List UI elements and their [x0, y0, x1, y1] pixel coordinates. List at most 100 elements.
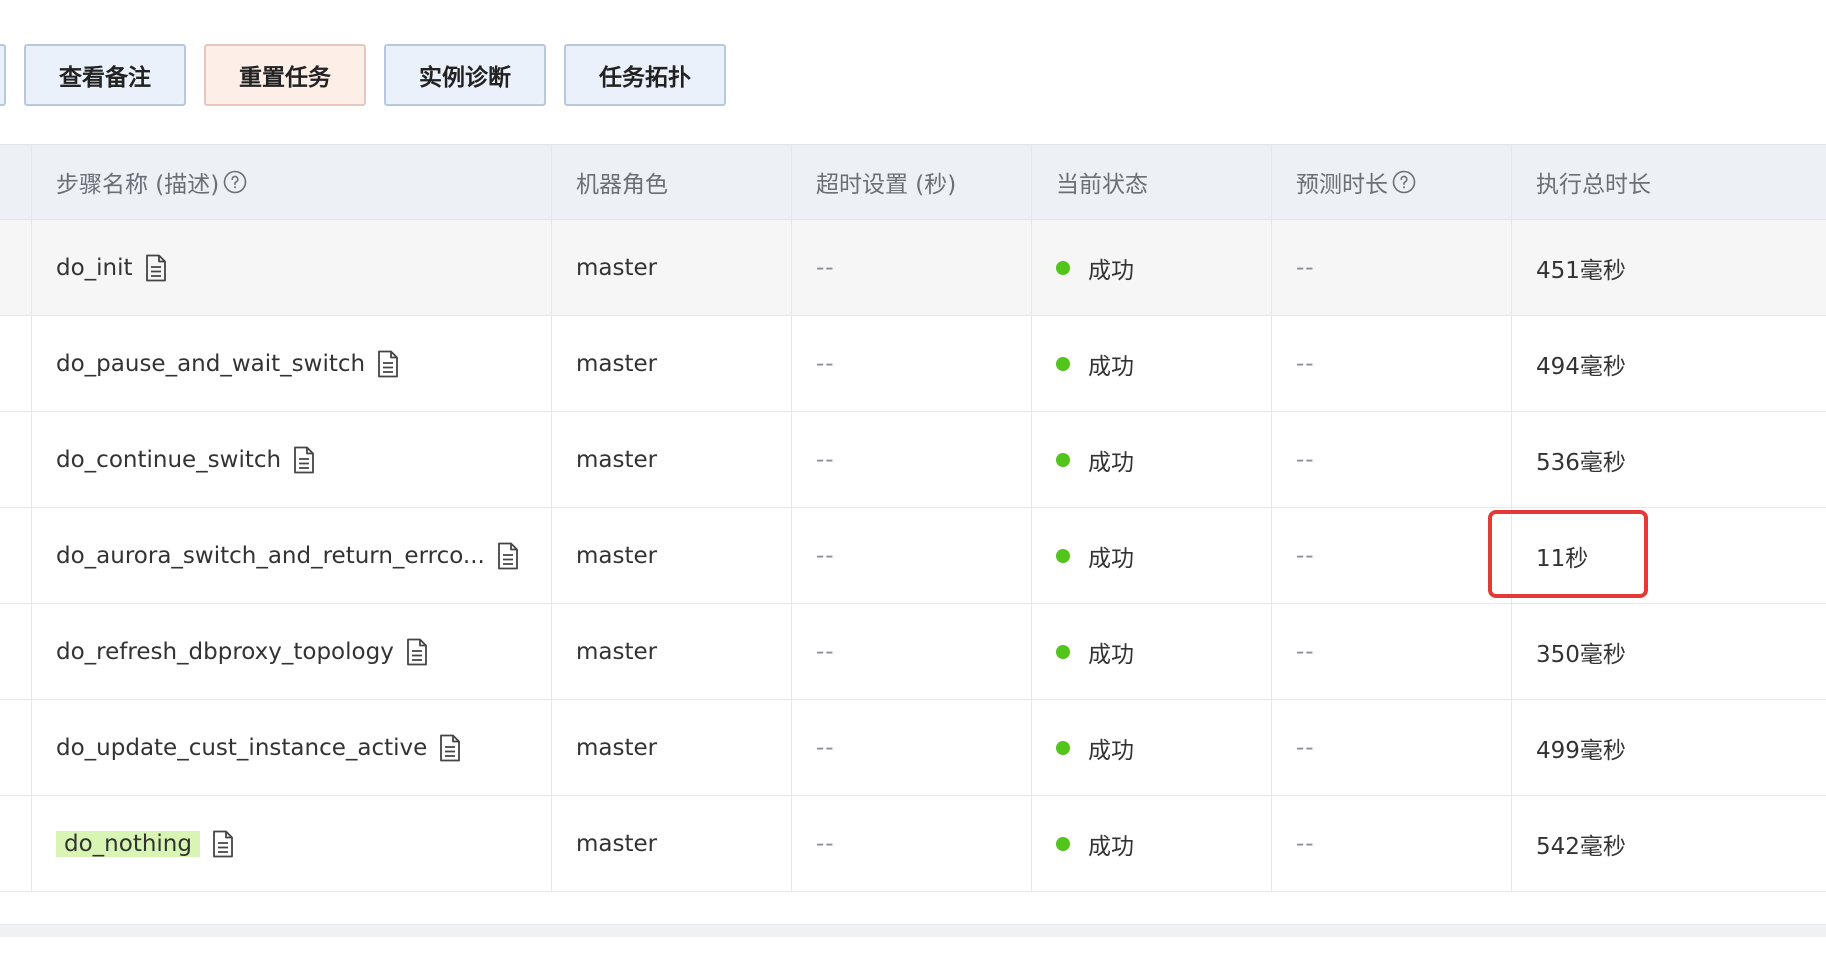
timeout-cell: --: [792, 700, 1032, 795]
timeout-cell: --: [792, 316, 1032, 411]
header-cell-leading: [0, 145, 32, 219]
machine-role: master: [576, 542, 658, 569]
status-dot-icon: [1056, 644, 1070, 659]
task-topology-button[interactable]: 任务拓扑: [564, 44, 726, 106]
predicted-duration-value: --: [1296, 254, 1315, 281]
toolbar: 查看备注 重置任务 实例诊断 任务拓扑: [0, 44, 1826, 108]
predicted-duration-value: --: [1296, 350, 1315, 377]
help-circle-icon[interactable]: [223, 170, 247, 194]
status-text: 成功: [1088, 449, 1134, 476]
header-total-duration-label: 执行总时长: [1536, 172, 1651, 198]
row-leading-cell: [0, 220, 32, 315]
table-row[interactable]: do_init master -- 成功 -- 451毫秒: [0, 220, 1826, 316]
document-icon[interactable]: [439, 734, 461, 762]
help-circle-icon[interactable]: [1392, 170, 1416, 194]
step-name: do_init: [56, 254, 133, 281]
predicted-duration-cell: --: [1272, 604, 1512, 699]
step-name-cell: do_init: [32, 220, 552, 315]
document-icon[interactable]: [293, 446, 315, 474]
status-text: 成功: [1088, 545, 1134, 572]
header-timeout-label: 超时设置 (秒): [816, 172, 957, 198]
total-duration-value: 499毫秒: [1536, 737, 1626, 764]
header-total-duration: 执行总时长: [1512, 145, 1826, 219]
view-notes-button[interactable]: 查看备注: [24, 44, 186, 106]
machine-role-cell: master: [552, 604, 792, 699]
timeout-value: --: [816, 350, 835, 377]
row-leading-cell: [0, 508, 32, 603]
document-icon[interactable]: [497, 542, 519, 570]
table-row[interactable]: do_aurora_switch_and_return_errco... mast…: [0, 508, 1826, 604]
status-dot-icon: [1056, 356, 1070, 371]
predicted-duration-value: --: [1296, 446, 1315, 473]
timeout-value: --: [816, 830, 835, 857]
step-name-cell: do_continue_switch: [32, 412, 552, 507]
row-leading-cell: [0, 412, 32, 507]
total-duration-value: 11秒: [1536, 545, 1589, 572]
step-name: do_update_cust_instance_active: [56, 734, 428, 761]
task-detail-page: 查看备注 重置任务 实例诊断 任务拓扑 步骤名称 (描述) 机器角色 超时设置 …: [0, 0, 1826, 958]
timeout-value: --: [816, 446, 835, 473]
status-cell: 成功: [1032, 796, 1272, 891]
document-icon[interactable]: [145, 254, 167, 282]
table-header: 步骤名称 (描述) 机器角色 超时设置 (秒) 当前状态 预测时长 执行总时长: [0, 144, 1826, 220]
row-leading-cell: [0, 796, 32, 891]
predicted-duration-value: --: [1296, 830, 1315, 857]
status-text: 成功: [1088, 737, 1134, 764]
step-name-cell: do_refresh_dbproxy_topology: [32, 604, 552, 699]
total-duration-cell: 451毫秒: [1512, 220, 1826, 315]
steps-table: 步骤名称 (描述) 机器角色 超时设置 (秒) 当前状态 预测时长 执行总时长: [0, 144, 1826, 892]
scroll-bar-track[interactable]: [0, 924, 1826, 937]
total-duration-value: 451毫秒: [1536, 257, 1626, 284]
predicted-duration-value: --: [1296, 542, 1315, 569]
table-row[interactable]: do_pause_and_wait_switch master -- 成功 -- 494毫…: [0, 316, 1826, 412]
status-cell: 成功: [1032, 700, 1272, 795]
predicted-duration-cell: --: [1272, 796, 1512, 891]
document-icon[interactable]: [406, 638, 428, 666]
total-duration-value: 536毫秒: [1536, 449, 1626, 476]
total-duration-value: 350毫秒: [1536, 641, 1626, 668]
total-duration-cell: 499毫秒: [1512, 700, 1826, 795]
header-status: 当前状态: [1032, 145, 1272, 219]
machine-role: master: [576, 254, 658, 281]
header-status-label: 当前状态: [1056, 172, 1148, 198]
step-name: do_nothing: [56, 830, 200, 857]
table-row[interactable]: do_update_cust_instance_active master -- 成功…: [0, 700, 1826, 796]
status-cell: 成功: [1032, 508, 1272, 603]
table-row[interactable]: do_refresh_dbproxy_topology master -- 成功 -- 3…: [0, 604, 1826, 700]
timeout-cell: --: [792, 412, 1032, 507]
header-machine-role: 机器角色: [552, 145, 792, 219]
step-name: do_aurora_switch_and_return_errco...: [56, 542, 485, 569]
header-machine-role-label: 机器角色: [576, 172, 668, 198]
status-cell: 成功: [1032, 604, 1272, 699]
status-dot-icon: [1056, 452, 1070, 467]
machine-role-cell: master: [552, 700, 792, 795]
machine-role: master: [576, 734, 658, 761]
document-icon[interactable]: [212, 830, 234, 858]
step-name-cell: do_pause_and_wait_switch: [32, 316, 552, 411]
reset-task-button[interactable]: 重置任务: [204, 44, 366, 106]
predicted-duration-cell: --: [1272, 316, 1512, 411]
machine-role-cell: master: [552, 220, 792, 315]
header-step-name: 步骤名称 (描述): [32, 145, 552, 219]
status-dot-icon: [1056, 548, 1070, 563]
machine-role-cell: master: [552, 508, 792, 603]
toolbar-partial-button[interactable]: [0, 44, 6, 106]
status-text: 成功: [1088, 353, 1134, 380]
machine-role: master: [576, 350, 658, 377]
header-predicted-duration-label: 预测时长: [1296, 172, 1388, 198]
total-duration-cell: 350毫秒: [1512, 604, 1826, 699]
instance-diagnosis-button[interactable]: 实例诊断: [384, 44, 546, 106]
document-icon[interactable]: [377, 350, 399, 378]
timeout-cell: --: [792, 796, 1032, 891]
machine-role: master: [576, 638, 658, 665]
row-leading-cell: [0, 316, 32, 411]
step-name-cell: do_nothing: [32, 796, 552, 891]
header-predicted-duration: 预测时长: [1272, 145, 1512, 219]
table-row[interactable]: do_continue_switch master -- 成功 -- 536毫秒: [0, 412, 1826, 508]
table-row[interactable]: do_nothing master -- 成功 -- 542毫秒: [0, 796, 1826, 892]
status-cell: 成功: [1032, 316, 1272, 411]
machine-role-cell: master: [552, 412, 792, 507]
predicted-duration-cell: --: [1272, 508, 1512, 603]
total-duration-cell: 536毫秒: [1512, 412, 1826, 507]
machine-role-cell: master: [552, 316, 792, 411]
